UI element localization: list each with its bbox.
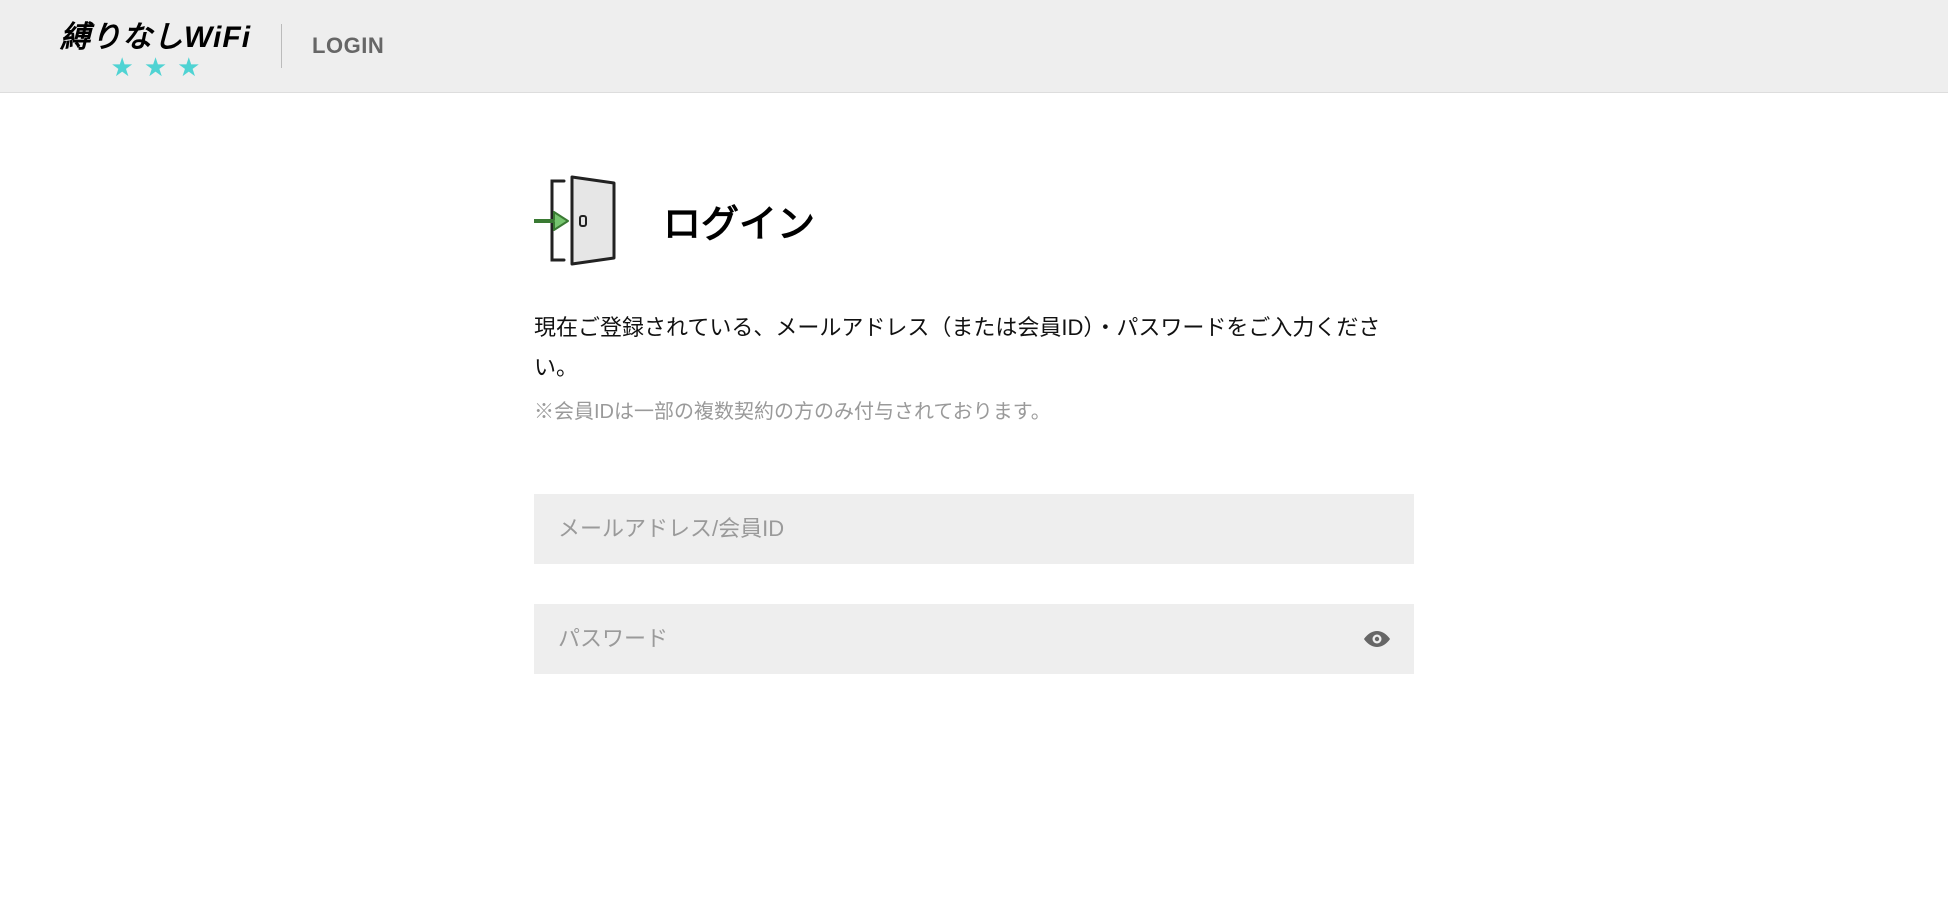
header: 縛りなしWiFi ★ ★ ★ LOGIN [0, 0, 1948, 93]
eye-icon [1362, 629, 1392, 649]
logo[interactable]: 縛りなしWiFi ★ ★ ★ [60, 12, 251, 80]
login-description: 現在ご登録されている、メールアドレス（または会員ID）・パスワードをご入力くださ… [534, 308, 1414, 387]
email-input[interactable] [534, 494, 1414, 564]
page-title: ログイン [663, 193, 815, 248]
main-content: ログイン 現在ご登録されている、メールアドレス（または会員ID）・パスワードをご… [494, 93, 1454, 754]
logo-stars: ★ ★ ★ [111, 54, 201, 80]
header-divider [281, 24, 282, 68]
star-icon: ★ [111, 54, 134, 80]
header-login-label: LOGIN [312, 33, 384, 59]
star-icon: ★ [144, 54, 167, 80]
login-note: ※会員IDは一部の複数契約の方のみ付与されております。 [534, 395, 1414, 424]
login-door-icon [534, 173, 639, 268]
password-input[interactable] [534, 604, 1414, 674]
title-row: ログイン [534, 173, 1414, 268]
password-field-wrapper [534, 604, 1414, 674]
toggle-password-visibility-button[interactable] [1356, 623, 1398, 655]
email-field-wrapper [534, 494, 1414, 564]
logo-text: 縛りなしWiFi [60, 12, 251, 56]
star-icon: ★ [177, 54, 200, 80]
